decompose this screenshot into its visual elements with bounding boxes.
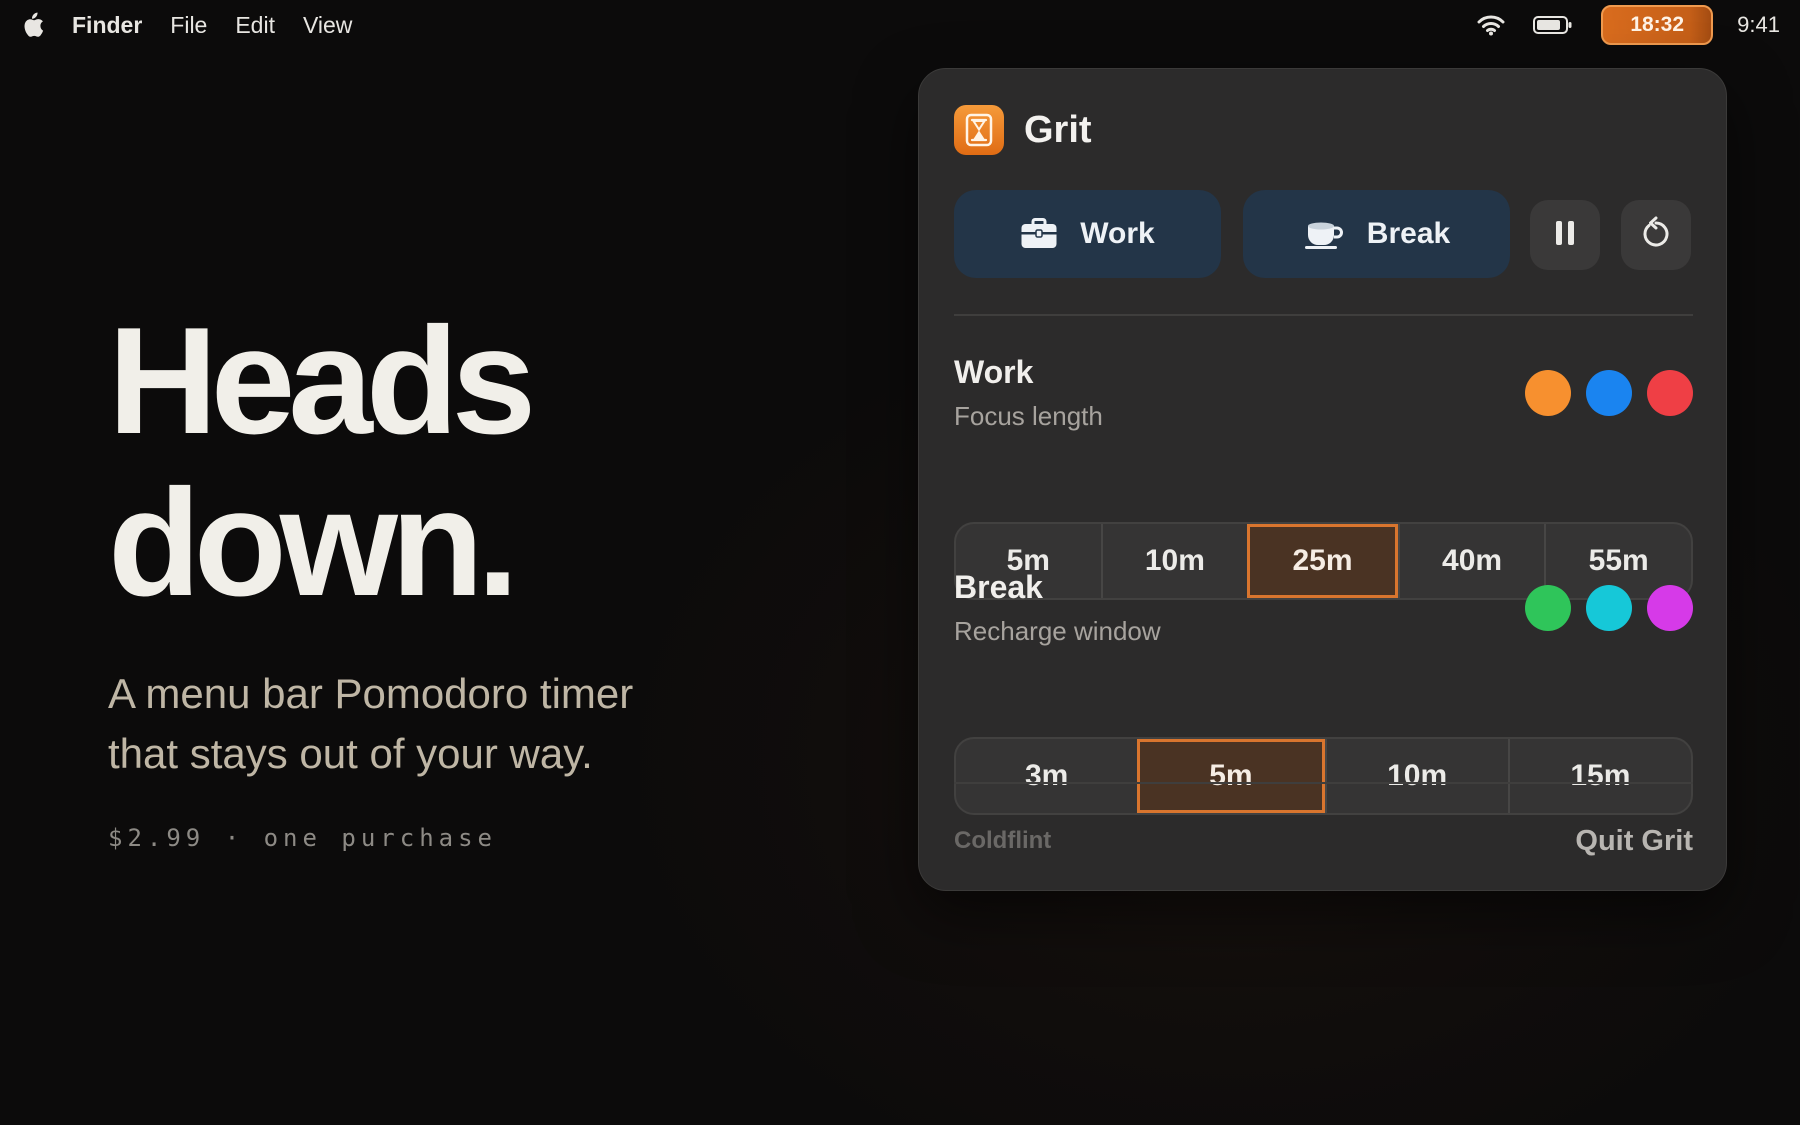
start-break-button[interactable]: Break — [1243, 190, 1510, 278]
quit-button[interactable]: Quit Grit — [1575, 825, 1693, 858]
hero-title: Heads down. — [108, 300, 728, 624]
divider — [954, 782, 1693, 784]
break-duration-option[interactable]: 10m — [1324, 739, 1508, 813]
work-color-orange[interactable] — [1525, 370, 1571, 416]
work-color-blue[interactable] — [1586, 370, 1632, 416]
break-settings: Break Recharge window 3m 5m 10m 15m — [954, 569, 1693, 815]
pause-button[interactable] — [1530, 200, 1600, 270]
coffee-cup-icon — [1303, 218, 1345, 250]
start-work-button[interactable]: Work — [954, 190, 1221, 278]
pause-icon — [1554, 220, 1576, 251]
break-color-magenta[interactable] — [1647, 585, 1693, 631]
hero-subtitle-line-2: that stays out of your way. — [108, 730, 593, 777]
menu-bar-clock[interactable]: 9:41 — [1737, 12, 1780, 38]
briefcase-icon — [1020, 218, 1058, 250]
menu-bar-status-area: 18:32 9:41 — [1449, 0, 1780, 50]
break-duration-option[interactable]: 3m — [956, 739, 1137, 813]
work-settings: Work Focus length 5m 10m 25m 40m 55m — [954, 354, 1693, 600]
timer-controls: Work Break — [954, 190, 1693, 278]
hero-section: Heads down. A menu bar Pomodoro timer th… — [108, 300, 728, 852]
hero-title-line-1: Heads — [108, 296, 536, 466]
menu-edit[interactable]: Edit — [235, 12, 275, 39]
menu-view[interactable]: View — [303, 12, 352, 39]
menu-bar-timer[interactable]: 18:32 — [1601, 5, 1714, 45]
divider — [954, 314, 1693, 316]
menu-file[interactable]: File — [170, 12, 207, 39]
reset-icon — [1640, 216, 1672, 255]
apple-logo-icon[interactable] — [22, 11, 46, 39]
break-color-picker — [1510, 585, 1693, 631]
wifi-icon[interactable] — [1477, 14, 1505, 36]
work-color-red[interactable] — [1647, 370, 1693, 416]
grit-popover: Grit Work Break Work Focus length 5m 10m… — [918, 68, 1727, 891]
menu-app-finder[interactable]: Finder — [72, 12, 142, 39]
popover-app-name: Grit — [1024, 108, 1092, 151]
popover-header: Grit — [954, 104, 1092, 156]
break-duration-option[interactable]: 15m — [1507, 739, 1691, 813]
hero-subtitle-line-1: A menu bar Pomodoro timer — [108, 670, 634, 717]
hero-price: $2.99 · one purchase — [108, 824, 497, 852]
hero-title-line-2: down. — [108, 458, 519, 628]
break-color-green[interactable] — [1525, 585, 1571, 631]
menu-bar: Finder File Edit View 18:32 9:41 — [0, 0, 1800, 50]
break-duration-selector: 3m 5m 10m 15m — [954, 737, 1693, 815]
break-color-cyan[interactable] — [1586, 585, 1632, 631]
work-color-picker — [1510, 370, 1693, 416]
hero-subtitle: A menu bar Pomodoro timer that stays out… — [108, 664, 728, 784]
hourglass-icon — [954, 105, 1004, 155]
battery-icon[interactable] — [1533, 15, 1573, 35]
start-work-label: Work — [1080, 217, 1155, 250]
start-break-label: Break — [1366, 217, 1451, 250]
popover-footer: Coldflint Quit Grit — [954, 821, 1693, 861]
reset-button[interactable] — [1621, 200, 1691, 270]
break-duration-option[interactable]: 5m — [1137, 739, 1325, 813]
developer-brand: Coldflint — [954, 827, 1052, 854]
desktop: Finder File Edit View 18:32 9:41 Heads d… — [0, 0, 1800, 1125]
